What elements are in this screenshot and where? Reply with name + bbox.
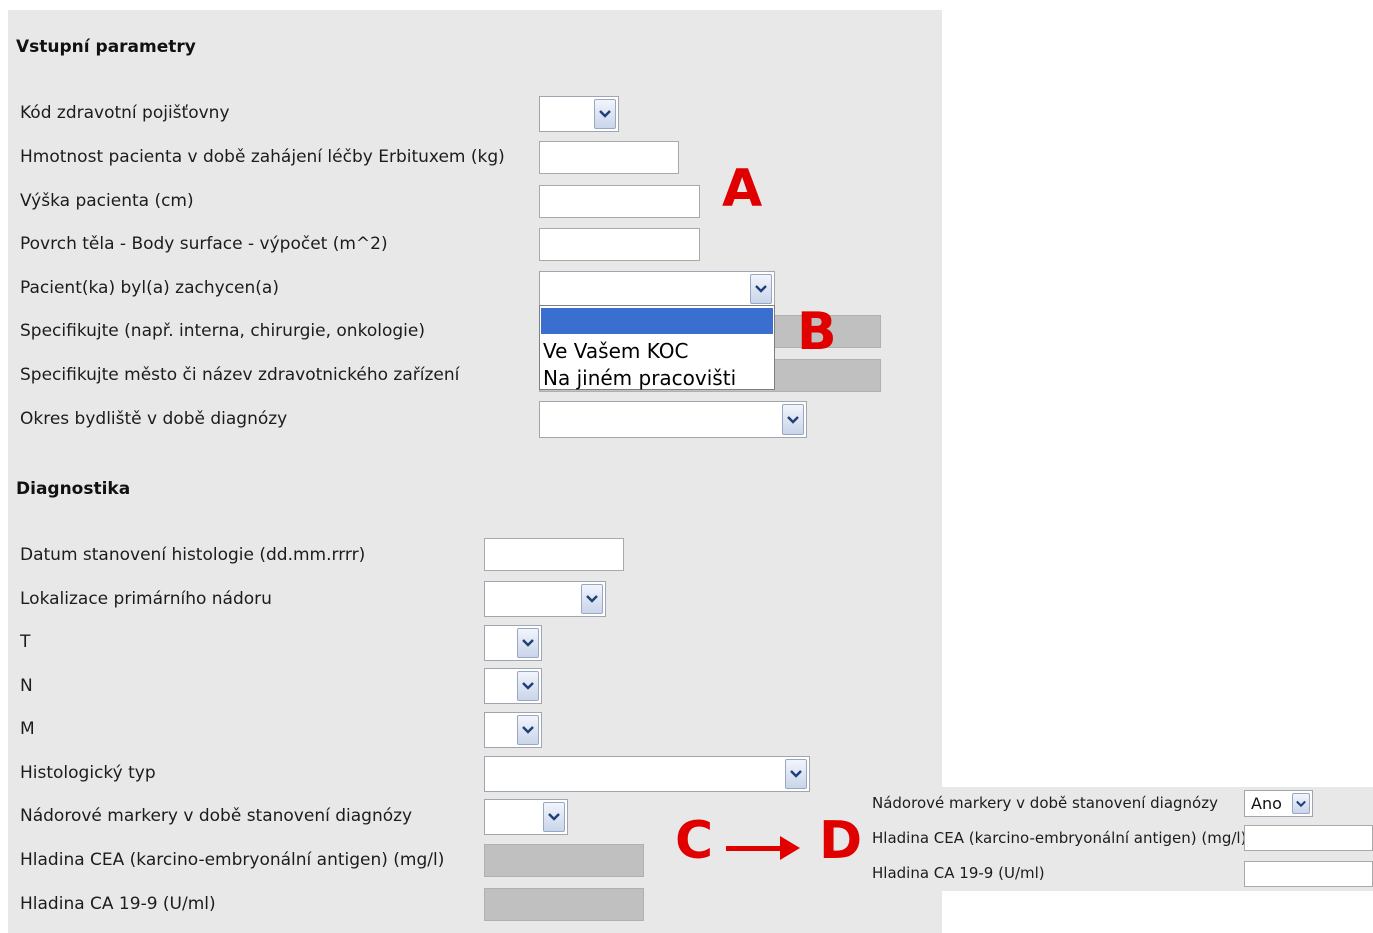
inset-panel: Nádorové markery v době stanovení diagnó… — [861, 787, 1373, 891]
captured-dropdown-list: Ve Vašem KOC Na jiném pracovišti — [539, 305, 775, 390]
label-weight: Hmotnost pacienta v době zahájení léčby … — [20, 147, 505, 167]
label-insurance-code: Kód zdravotní pojišťovny — [20, 103, 230, 123]
annotation-b: B — [797, 302, 837, 362]
n-select[interactable] — [484, 668, 542, 704]
label-height: Výška pacienta (cm) — [20, 191, 194, 211]
form-panel: Vstupní parametry Kód zdravotní pojišťov… — [8, 10, 942, 933]
chevron-down-icon[interactable] — [581, 584, 603, 614]
label-histology-date: Datum stanovení histologie (dd.mm.rrrr) — [20, 545, 366, 565]
dropdown-option-empty[interactable] — [541, 308, 773, 334]
chevron-down-icon[interactable] — [517, 715, 539, 745]
body-surface-input[interactable] — [539, 228, 700, 261]
inset-markers-select[interactable]: Ano — [1244, 790, 1313, 817]
chevron-down-icon[interactable] — [750, 274, 772, 304]
label-specify-dept: Specifikujte (např. interna, chirurgie, … — [20, 321, 425, 341]
label-body-surface: Povrch těla - Body surface - výpočet (m^… — [20, 234, 388, 254]
ca199-input — [484, 888, 644, 921]
label-n: N — [20, 676, 33, 696]
markers-select[interactable] — [484, 799, 568, 835]
histology-date-input[interactable] — [484, 538, 624, 571]
dropdown-option-other[interactable]: Na jiném pracovišti — [543, 366, 736, 390]
captured-select[interactable] — [539, 271, 775, 307]
histology-type-select[interactable] — [484, 756, 810, 792]
section-title-input: Vstupní parametry — [16, 37, 196, 57]
chevron-down-icon[interactable] — [785, 759, 807, 789]
height-input[interactable] — [539, 185, 700, 218]
t-select[interactable] — [484, 625, 542, 661]
chevron-down-icon[interactable] — [1292, 793, 1310, 814]
annotation-a: A — [722, 159, 763, 219]
m-select[interactable] — [484, 712, 542, 748]
chevron-down-icon[interactable] — [782, 404, 804, 435]
dropdown-option-koc[interactable]: Ve Vašem KOC — [543, 339, 688, 363]
annotation-d: D — [819, 811, 863, 871]
label-cea: Hladina CEA (karcino-embryonální antigen… — [20, 850, 445, 870]
inset-cea-input[interactable] — [1244, 825, 1373, 851]
chevron-down-icon[interactable] — [517, 671, 539, 701]
inset-label-cea: Hladina CEA (karcino-embryonální antigen… — [872, 829, 1247, 847]
inset-label-ca199: Hladina CA 19-9 (U/ml) — [872, 864, 1045, 882]
label-histology-type: Histologický typ — [20, 763, 156, 783]
district-select[interactable] — [539, 401, 807, 438]
insurance-code-select[interactable] — [539, 96, 619, 132]
label-captured: Pacient(ka) byl(a) zachycen(a) — [20, 278, 279, 298]
arrow-right-icon — [780, 836, 800, 860]
chevron-down-icon[interactable] — [543, 802, 565, 832]
weight-input[interactable] — [539, 141, 679, 174]
chevron-down-icon[interactable] — [517, 628, 539, 658]
label-ca199: Hladina CA 19-9 (U/ml) — [20, 894, 216, 914]
label-markers: Nádorové markery v době stanovení diagnó… — [20, 806, 413, 826]
section-title-diagnostics: Diagnostika — [16, 479, 131, 499]
chevron-down-icon[interactable] — [594, 99, 616, 129]
label-t: T — [20, 632, 31, 652]
label-primary-location: Lokalizace primárního nádoru — [20, 589, 272, 609]
label-m: M — [20, 719, 35, 739]
inset-markers-value: Ano — [1251, 794, 1282, 813]
inset-label-markers: Nádorové markery v době stanovení diagnó… — [872, 794, 1218, 812]
annotation-arrow — [726, 846, 784, 851]
primary-location-select[interactable] — [484, 581, 606, 617]
cea-input — [484, 844, 644, 877]
annotation-c: C — [675, 811, 714, 871]
inset-ca199-input[interactable] — [1244, 861, 1373, 887]
label-specify-city: Specifikujte město či název zdravotnické… — [20, 365, 460, 385]
label-district: Okres bydliště v době diagnózy — [20, 409, 288, 429]
